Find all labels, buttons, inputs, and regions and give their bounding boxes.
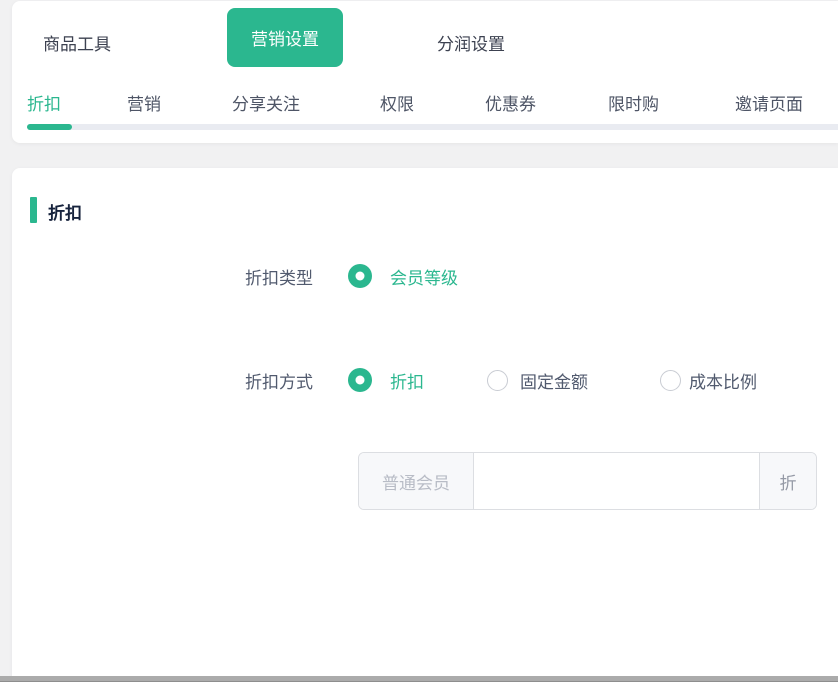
discount-type-row: 折扣类型 会员等级	[12, 263, 838, 289]
tabs-card: 商品工具 营销设置 分润设置 折扣 营销 分享关注 权限 优惠券 限时购 邀请页…	[12, 1, 838, 143]
subtab-share-follow[interactable]: 分享关注	[232, 90, 300, 115]
tab-profit-settings[interactable]: 分润设置	[437, 30, 505, 55]
subtab-coupon[interactable]: 优惠券	[485, 90, 536, 115]
tab-product-tools[interactable]: 商品工具	[43, 30, 111, 55]
subtab-track	[27, 124, 838, 130]
radio-cost-ratio[interactable]	[660, 370, 681, 391]
subtab-invite-page[interactable]: 邀请页面	[735, 90, 803, 115]
section-accent-bar	[30, 197, 37, 223]
section-title: 折扣	[48, 199, 82, 224]
member-level-prefix: 普通会员	[359, 453, 474, 509]
subtab-discount[interactable]: 折扣	[27, 90, 61, 115]
tab-marketing-settings[interactable]: 营销设置	[227, 8, 343, 67]
subtab-active-indicator	[27, 124, 72, 130]
radio-member-level[interactable]	[348, 264, 372, 288]
member-discount-input-group: 普通会员 折	[358, 452, 817, 510]
radio-member-level-label[interactable]: 会员等级	[390, 264, 458, 289]
discount-method-label: 折扣方式	[12, 368, 313, 393]
discount-unit-suffix: 折	[759, 453, 816, 509]
subtab-permission[interactable]: 权限	[380, 90, 414, 115]
radio-fixed-amount-label[interactable]: 固定金额	[520, 368, 588, 393]
horizontal-scrollbar[interactable]	[0, 676, 838, 682]
discount-type-label: 折扣类型	[12, 264, 313, 289]
discount-method-row: 折扣方式 折扣 固定金额 成本比例	[12, 367, 838, 393]
discount-panel: 折扣 折扣类型 会员等级 折扣方式 折扣 固定金额 成本比例 普通会员 折	[12, 168, 838, 682]
discount-value-input[interactable]	[474, 453, 759, 509]
radio-fixed-amount[interactable]	[487, 370, 508, 391]
radio-discount[interactable]	[348, 368, 372, 392]
subtab-marketing[interactable]: 营销	[127, 90, 161, 115]
subtab-flash-sale[interactable]: 限时购	[608, 90, 659, 115]
radio-discount-label[interactable]: 折扣	[390, 368, 424, 393]
radio-cost-ratio-label[interactable]: 成本比例	[689, 368, 757, 393]
